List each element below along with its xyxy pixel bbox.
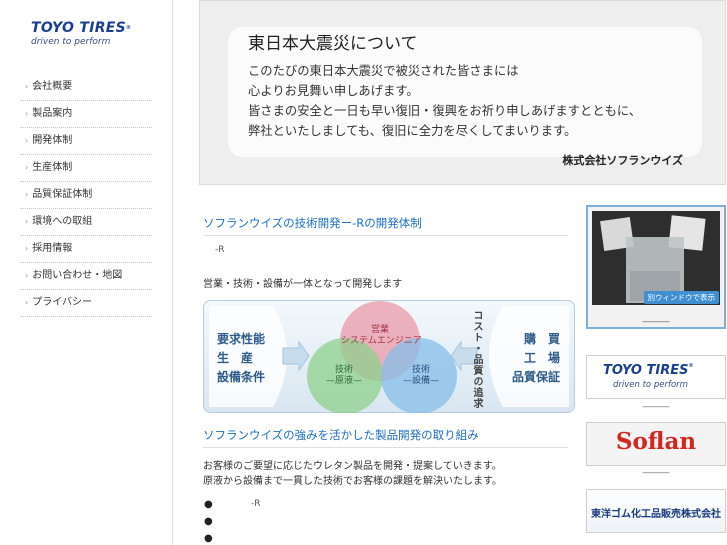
sidebar-item-recruit[interactable]: › 採用情報 bbox=[20, 236, 152, 263]
sidebar-item-label: 採用情報 bbox=[32, 243, 73, 254]
sidebar-item-production[interactable]: › 生産体制 bbox=[20, 155, 152, 182]
earthquake-notice-banner[interactable]: 東日本大震災について このたびの東日本大震災で被災された皆さまには 心よりお見舞… bbox=[199, 0, 726, 185]
diagram-label: 要求性能 bbox=[217, 332, 266, 346]
section1-text: 営業・技術・設備が一体となって開発します bbox=[203, 279, 403, 290]
sidebar-item-label: 会社概要 bbox=[32, 81, 73, 92]
arrow-right-icon: › bbox=[25, 136, 29, 145]
circle-label-line: —設備— bbox=[402, 376, 439, 386]
section1-small-text: -R bbox=[215, 245, 225, 255]
diagram-label: 品質保証 bbox=[512, 370, 561, 384]
arrow-right-icon: › bbox=[25, 190, 29, 199]
arrow-right-icon: › bbox=[25, 163, 29, 172]
diagram-label: 工 場 bbox=[523, 351, 560, 365]
sidebar-item-label: お問い合わせ・地図 bbox=[32, 270, 123, 281]
bullet-icon: ● bbox=[204, 499, 213, 510]
sidebar-item-company[interactable]: › 会社概要 bbox=[20, 74, 152, 101]
sidebar-item-label: 環境への取組 bbox=[32, 216, 93, 227]
notice-line: 弊社といたしましても、復旧に全力を尽くしてまいります。 bbox=[248, 124, 577, 138]
toyo-tires-banner[interactable]: TOYO TIRES® driven to perform bbox=[586, 355, 726, 399]
section2-line: お客様のご要望に応じたウレタン製品を開発・提案していきます。 bbox=[203, 461, 502, 472]
diagram-label: 購 買 bbox=[523, 332, 560, 346]
logo-brand: TOYO TIRES bbox=[31, 20, 127, 36]
sidebar-item-label: プライバシー bbox=[32, 297, 93, 308]
sidebar-item-contact[interactable]: › お問い合わせ・地図 bbox=[20, 263, 152, 290]
circle-sales-label: 営業 システムエンジニア bbox=[341, 325, 422, 347]
sidebar-item-label: 生産体制 bbox=[32, 162, 73, 173]
notice-message: このたびの東日本大震災で被災された皆さまには 心よりお見舞い申しあげます。 皆さ… bbox=[248, 61, 641, 141]
open-new-window-button[interactable]: 別ウィンドウで表示 bbox=[643, 291, 719, 304]
diagram-label: 生 産 bbox=[217, 351, 254, 365]
sidebar-item-privacy[interactable]: › プライバシー bbox=[20, 290, 152, 317]
arrow-right-icon: › bbox=[25, 298, 29, 307]
diagram-vertical-label: コスト・品質の追求 bbox=[471, 310, 482, 409]
arrow-right-icon: › bbox=[25, 244, 29, 253]
video-caption: ――― bbox=[642, 317, 670, 327]
toyo-tires-logo[interactable]: TOYO TIRES® driven to perform bbox=[31, 20, 143, 52]
notice-line: 皆さまの安全と一日も早い復旧・復興をお祈り申しあげますとともに、 bbox=[248, 104, 642, 118]
circle-label-line: 営業 bbox=[370, 325, 389, 335]
arrow-right-icon: › bbox=[25, 217, 29, 226]
sidebar-item-products[interactable]: › 製品案内 bbox=[20, 101, 152, 128]
arrow-right-icon: › bbox=[25, 271, 29, 280]
sidebar: TOYO TIRES® driven to perform › 会社概要 › 製品案… bbox=[0, 0, 173, 545]
circle-equipment-label: 技術 —設備— bbox=[393, 365, 449, 387]
sidebar-item-environment[interactable]: › 環境への取組 bbox=[20, 209, 152, 236]
notice-title: 東日本大震災について bbox=[248, 34, 418, 54]
logo-tagline: driven to perform bbox=[31, 37, 111, 47]
banner-caption: ――― bbox=[642, 402, 670, 412]
toyo-rubber-sales-banner[interactable]: 東洋ゴム化工品販売株式会社 bbox=[586, 489, 726, 533]
notice-line: このたびの東日本大震災で被災された皆さまには bbox=[248, 64, 519, 78]
circle-label-line: 技術 bbox=[334, 365, 353, 375]
circle-label-line: システムエンジニア bbox=[341, 336, 422, 346]
sidebar-item-label: 品質保証体制 bbox=[32, 189, 93, 200]
circle-label-line: 技術 bbox=[411, 365, 430, 375]
arrow-right-icon: › bbox=[25, 82, 29, 91]
sidebar-item-label: 開発体制 bbox=[32, 135, 73, 146]
sidebar-item-label: 製品案内 bbox=[32, 108, 73, 119]
section-title-products[interactable]: ソフランウイズの強みを活かした製品開発の取り組み bbox=[203, 427, 568, 448]
sidebar-item-development[interactable]: › 開発体制 bbox=[20, 128, 152, 155]
video-thumbnail[interactable]: 別ウィンドウで表示 ――― bbox=[586, 205, 726, 329]
arrow-right-icon: › bbox=[25, 109, 29, 118]
sidebar-nav: › 会社概要 › 製品案内 › 開発体制 › 生産体制 › 品質保証体制 › 環境への取組 … bbox=[20, 74, 152, 317]
notice-company: 株式会社ソフランウイズ bbox=[562, 154, 683, 167]
diagram-right-labels: 購 買 工 場 品質保証 bbox=[512, 330, 560, 387]
circle-label-line: —原液— bbox=[325, 376, 362, 386]
bullet-text[interactable]: -R bbox=[251, 499, 261, 509]
sidebar-item-quality[interactable]: › 品質保証体制 bbox=[20, 182, 152, 209]
diagram-label: 設備条件 bbox=[217, 370, 266, 384]
banner-tagline: driven to perform bbox=[613, 380, 688, 390]
diagram-left-labels: 要求性能 生 産 設備条件 bbox=[217, 330, 265, 387]
banner-brand: TOYO TIRES bbox=[603, 363, 689, 378]
bullet-icon: ● bbox=[204, 516, 213, 527]
development-diagram: 要求性能 生 産 設備条件 購 買 工 場 品質保証 コスト・品質の追求 営業 … bbox=[203, 300, 575, 413]
banner-brand: Soflan bbox=[615, 428, 697, 455]
section2-line: 原液から設備まで一貫した技術でお客様の課題を解決いたします。 bbox=[203, 476, 502, 487]
banner-brand: 東洋ゴム化工品販売株式会社 bbox=[591, 509, 721, 520]
soflan-banner[interactable]: Soflan bbox=[586, 422, 726, 466]
section-title-development[interactable]: ソフランウイズの技術開発ー-Rの開発体制 bbox=[203, 215, 568, 236]
circle-material-label: 技術 —原液— bbox=[316, 365, 372, 387]
notice-line: 心よりお見舞い申しあげます。 bbox=[248, 84, 419, 98]
bullet-icon: ● bbox=[204, 533, 213, 544]
banner-caption: ――― bbox=[642, 468, 670, 478]
